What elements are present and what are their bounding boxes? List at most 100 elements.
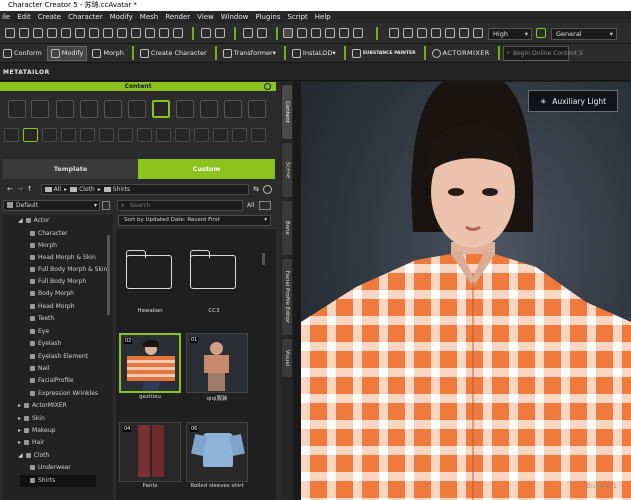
- tree-item[interactable]: Morph: [30, 240, 57, 252]
- tree-item[interactable]: ◢ Cloth: [18, 450, 49, 462]
- sub-slot-icon[interactable]: [232, 128, 247, 142]
- world-axis-icon[interactable]: [353, 28, 363, 38]
- tree-item[interactable]: Head Morph: [30, 301, 75, 313]
- menu-plugins[interactable]: Plugins: [255, 13, 280, 21]
- cat-accessory-icon[interactable]: [176, 100, 194, 118]
- tree-item[interactable]: Eyelash Element: [30, 351, 88, 363]
- rotate-icon[interactable]: [311, 28, 321, 38]
- content-item[interactable]: 04 Pants: [119, 422, 181, 492]
- scene-icon[interactable]: [201, 28, 211, 38]
- home-icon[interactable]: [389, 28, 399, 38]
- search-scope[interactable]: All: [247, 202, 254, 209]
- select-arrow-icon[interactable]: [283, 28, 293, 38]
- save-icon[interactable]: [33, 28, 43, 38]
- zoom-icon[interactable]: [445, 28, 455, 38]
- sub-socks-icon[interactable]: [156, 128, 171, 142]
- character-icon[interactable]: [131, 28, 141, 38]
- new-file-icon[interactable]: [5, 28, 15, 38]
- actormixer-button[interactable]: ACTORMIXER: [429, 46, 493, 61]
- tab-facial-profile-vertical[interactable]: Facial Profile Editor: [281, 258, 293, 336]
- scale-icon[interactable]: [325, 28, 335, 38]
- light-icon[interactable]: [536, 28, 546, 38]
- 3d-viewport[interactable]: ✳ Auxiliary Light Build 0 1: [301, 82, 631, 500]
- tree-item[interactable]: Head Morph & Skin: [30, 252, 96, 264]
- sub-slot-icon[interactable]: [251, 128, 266, 142]
- orbit-icon[interactable]: [431, 28, 441, 38]
- tree-item[interactable]: Body Morph: [30, 288, 74, 300]
- local-axis-icon[interactable]: [339, 28, 349, 38]
- pan-icon[interactable]: [417, 28, 427, 38]
- export-icon[interactable]: [61, 28, 71, 38]
- sync-icon[interactable]: ⇆: [253, 185, 259, 193]
- cat-motion-icon[interactable]: [224, 100, 242, 118]
- link-icon[interactable]: [159, 28, 169, 38]
- conform-button[interactable]: Conform: [0, 46, 45, 61]
- tree-item[interactable]: Full Body Morph: [30, 276, 86, 288]
- cat-cloth-icon[interactable]: [152, 100, 170, 118]
- forward-arrow-icon[interactable]: →: [17, 185, 23, 193]
- content-item-selected[interactable]: 02 gezitixu: [119, 333, 181, 403]
- menu-create[interactable]: Create: [38, 13, 61, 21]
- display-icon[interactable]: [473, 28, 483, 38]
- instalod-button[interactable]: InstaLOD ▾: [289, 46, 339, 61]
- breadcrumb-shirts[interactable]: Shirts: [113, 186, 130, 193]
- content-search-input[interactable]: ⌕ Search: [117, 200, 243, 211]
- sort-dropdown[interactable]: Sort by Updated Date: Recent First ▾: [118, 215, 271, 226]
- menu-help[interactable]: Help: [315, 13, 331, 21]
- menu-script[interactable]: Script: [287, 13, 307, 21]
- expand-down-icon[interactable]: ◢: [18, 452, 23, 459]
- view-toggle-icon[interactable]: [259, 201, 271, 210]
- tab-template[interactable]: Template: [3, 159, 138, 179]
- cat-head-icon[interactable]: [56, 100, 74, 118]
- sub-gloves-icon[interactable]: [137, 128, 152, 142]
- options-icon[interactable]: [263, 184, 272, 194]
- sub-slot-icon[interactable]: [194, 128, 209, 142]
- menu-character[interactable]: Character: [68, 13, 103, 21]
- cloud-icon[interactable]: [89, 28, 99, 38]
- sub-shirt-icon[interactable]: [4, 128, 19, 142]
- tab-content-vertical[interactable]: Content: [281, 84, 293, 140]
- cat-skin-icon[interactable]: [80, 100, 98, 118]
- menu-edit[interactable]: Edit: [17, 13, 31, 21]
- redo-icon[interactable]: [257, 28, 267, 38]
- menu-window[interactable]: Window: [221, 13, 249, 21]
- cat-hair-icon[interactable]: [128, 100, 146, 118]
- fit-view-icon[interactable]: [403, 28, 413, 38]
- quality-dropdown[interactable]: High: [488, 28, 532, 40]
- content-item[interactable]: CC3: [183, 247, 245, 317]
- content-item[interactable]: 06 Rolled sleeves shirt: [186, 422, 248, 492]
- tree-item[interactable]: Eye: [30, 326, 49, 338]
- sub-skirt-icon[interactable]: [61, 128, 76, 142]
- iclone-icon[interactable]: [173, 28, 183, 38]
- camera-icon[interactable]: [459, 28, 469, 38]
- send-icon[interactable]: [145, 28, 155, 38]
- tree-item[interactable]: Character: [30, 228, 68, 240]
- shading-dropdown[interactable]: General: [551, 28, 617, 40]
- tab-scene-vertical[interactable]: Scene: [281, 142, 293, 198]
- tree-item[interactable]: Full Body Morph & Skin: [30, 264, 107, 276]
- sub-slot-icon[interactable]: [175, 128, 190, 142]
- import-icon[interactable]: [47, 28, 57, 38]
- tree-item[interactable]: Underwear: [30, 462, 71, 474]
- close-panel-icon[interactable]: [264, 83, 271, 90]
- open-file-icon[interactable]: [19, 28, 29, 38]
- substance-painter-button[interactable]: SUBSTANCE PAINTER: [349, 46, 419, 61]
- tree-item[interactable]: ▸ ActorMIXER: [18, 400, 67, 412]
- create-character-button[interactable]: Create Character: [137, 46, 210, 61]
- morph-button[interactable]: Morph: [89, 46, 127, 61]
- sub-shoes-icon[interactable]: [118, 128, 133, 142]
- breadcrumb-all[interactable]: All: [54, 186, 61, 193]
- tab-custom[interactable]: Custom: [138, 159, 275, 179]
- breadcrumb-cloth[interactable]: Cloth: [79, 186, 95, 193]
- tree-item[interactable]: ◢ Actor: [18, 215, 49, 227]
- marketplace-icon[interactable]: [117, 28, 127, 38]
- expand-right-icon[interactable]: ▸: [18, 439, 21, 446]
- tree-item[interactable]: Eyelash: [30, 338, 61, 350]
- upload-icon[interactable]: [75, 28, 85, 38]
- sub-full-icon[interactable]: [80, 128, 95, 142]
- content-item[interactable]: Hawaiian: [119, 247, 181, 317]
- undo-icon[interactable]: [243, 28, 253, 38]
- sub-slot-icon[interactable]: [213, 128, 228, 142]
- menu-file[interactable]: ile: [2, 13, 10, 21]
- cat-morph-icon[interactable]: [104, 100, 122, 118]
